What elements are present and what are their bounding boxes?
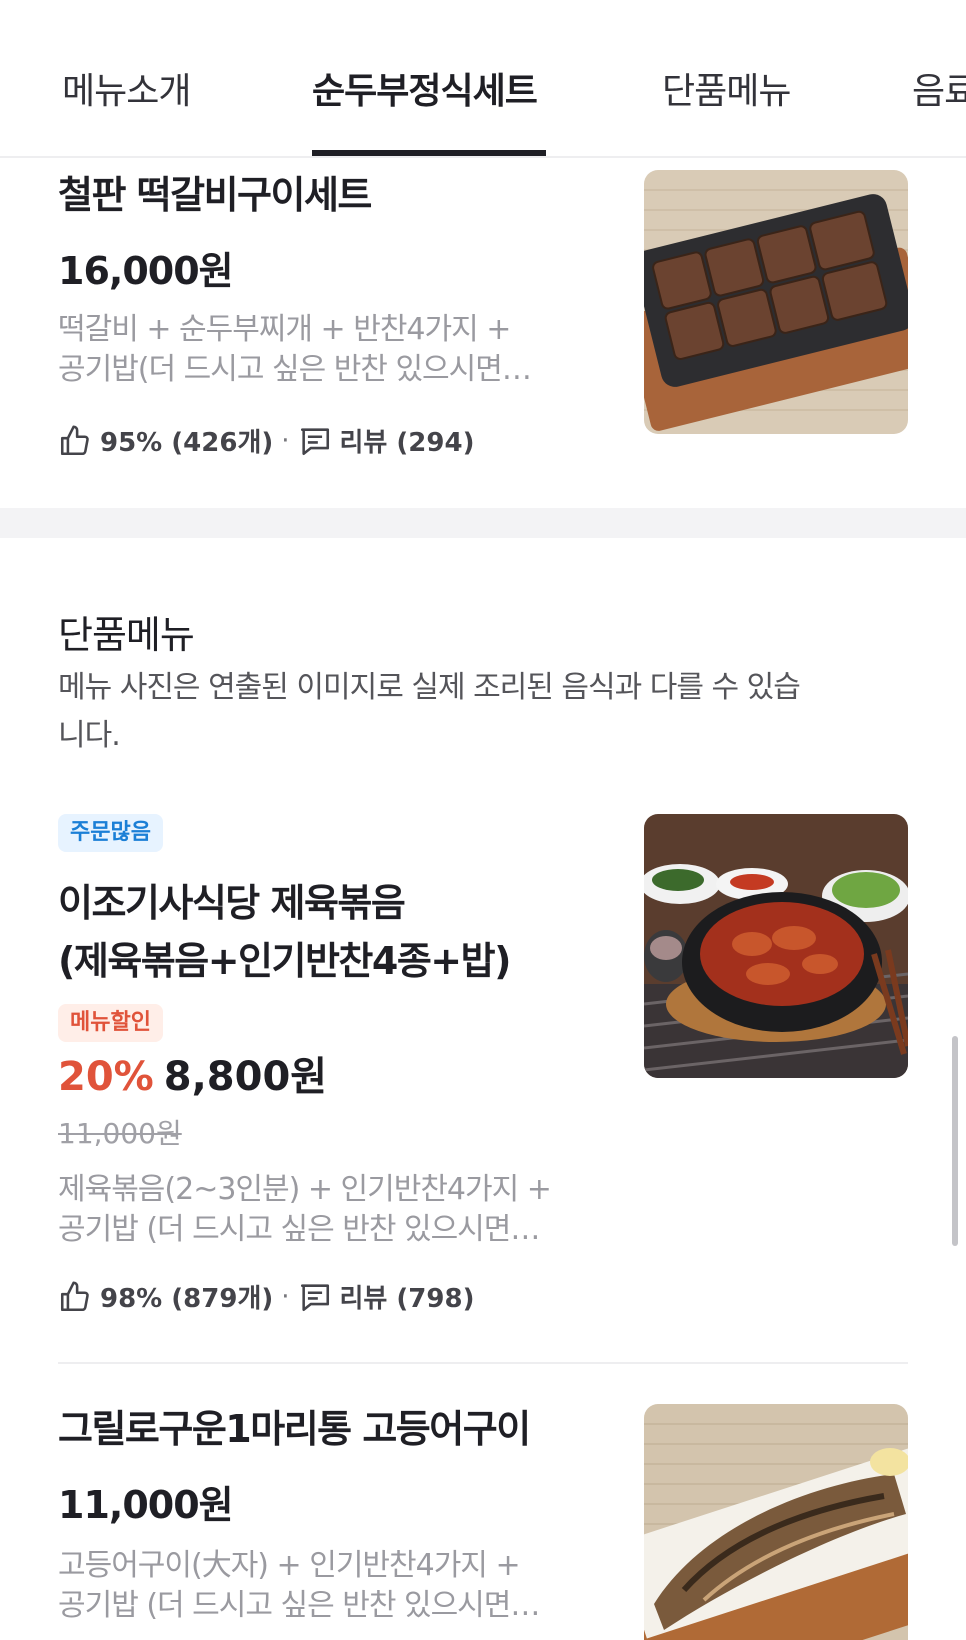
food-photo-tteokgalbi [644,170,908,434]
tab-drinks[interactable]: 음료 [912,62,966,114]
item-name-line1: 이조기사식당 제육볶음 [58,881,406,925]
item-description: 떡갈비 + 순두부찌개 + 반찬4가지 + 공기밥(더 드시고 싶은 반찬 있으… [58,312,532,387]
scrollbar[interactable] [952,1036,958,1246]
item-name: 철판 떡갈비구이세트 [58,173,372,217]
item-stats: 95% (426개) · 리뷰 (294) [58,422,474,459]
thumbs-up-icon [60,425,89,455]
item-description: 고등어구이(大자) + 인기반찬4가지 + 공기밥 (더 드시고 싶은 반찬 있… [58,1548,540,1623]
comment-icon [300,1283,329,1311]
item-price: 11,000원 [58,1483,234,1527]
section-title: 단품메뉴 [58,613,195,657]
tab-menu-intro[interactable]: 메뉴소개 [62,62,191,114]
separator-dot: · [281,425,290,456]
original-price: 11,000원 [58,1117,182,1150]
discount-percent: 20% [58,1054,154,1100]
comment-icon [300,427,329,455]
item-stats: 98% (879개) · 리뷰 (798) [58,1278,474,1315]
active-tab-indicator [312,150,546,156]
item-name-line2: (제육볶음+인기반찬4종+밥) [58,939,511,983]
discount-badge: 메뉴할인 [58,1004,163,1042]
food-photo-mackerel [644,1404,908,1640]
discount-price-row: 20% 8,800원 [58,1044,327,1102]
review-count[interactable]: 리뷰 (294) [340,422,475,459]
category-tabs: 메뉴소개 순두부정식세트 단품메뉴 음료 [0,0,966,158]
rating-text: 95% (426개) [100,428,274,458]
section-divider [0,508,966,538]
item-price: 8,800원 [163,1054,328,1100]
item-price: 16,000원 [58,249,234,293]
food-photo-jeyuk [644,814,908,1078]
popular-badge: 주문많음 [58,814,163,852]
item-description: 제육볶음(2~3인분) + 인기반찬4가지 + 공기밥 (더 드시고 싶은 반찬… [58,1172,552,1247]
separator-dot: · [281,1281,290,1312]
tab-sundubu-set[interactable]: 순두부정식세트 [312,62,538,114]
section-notice: 메뉴 사진은 연출된 이미지로 실제 조리된 음식과 다를 수 있습니다. [58,670,801,753]
thumbs-up-icon [60,1281,89,1311]
item-divider [58,1362,908,1364]
tab-single-menu[interactable]: 단품메뉴 [662,62,791,114]
rating-text: 98% (879개) [100,1284,274,1314]
review-count[interactable]: 리뷰 (798) [340,1278,475,1315]
item-name: 그릴로구운1마리통 고등어구이 [58,1407,531,1451]
